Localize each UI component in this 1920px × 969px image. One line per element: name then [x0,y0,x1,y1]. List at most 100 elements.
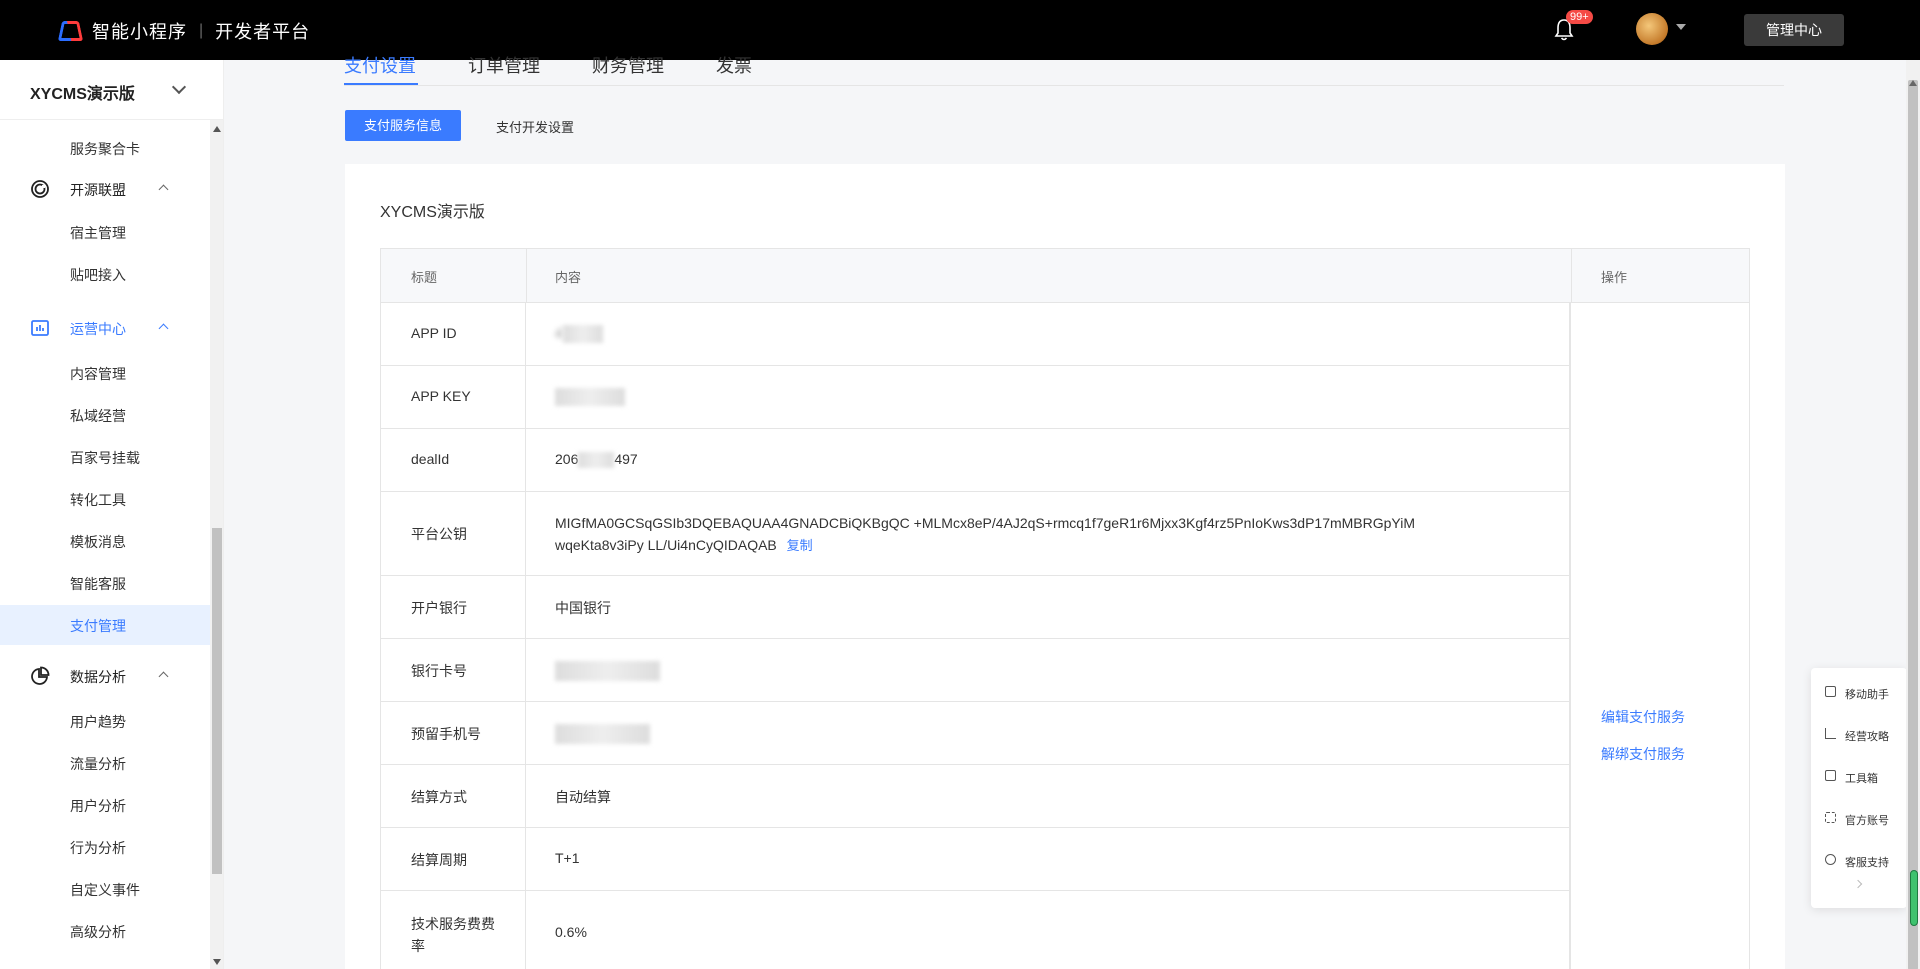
sidebar-item-payment-management[interactable]: 支付管理 [0,605,210,645]
scroll-up-icon[interactable] [1909,80,1917,86]
row-title: 开户银行 [411,600,467,616]
row-title: 技术服务费费率 [411,916,495,954]
helper-item-mobile-assistant[interactable]: 移动助手 [1811,678,1907,708]
main-scroll-thumb[interactable] [1908,80,1918,969]
sidebar-item-tieba-access[interactable]: 贴吧接入 [0,254,210,294]
sidebar-scroll-thumb[interactable] [212,528,222,874]
sidebar-item-label: 贴吧接入 [70,267,126,283]
sidebar-group-data-analysis[interactable]: 数据分析 [0,656,210,696]
sidebar-item-content-management[interactable]: 内容管理 [0,353,210,393]
sidebar-item-label: 私域经营 [70,408,126,424]
helper-label: 客服支持 [1845,857,1889,869]
chevron-up-icon [158,671,169,682]
header-divider [1571,249,1572,304]
sidebar-group-opensource[interactable]: 开源联盟 [0,169,210,209]
row-title: 结算周期 [411,852,467,868]
row-title: 银行卡号 [411,663,467,679]
sidebar-item-user-analysis[interactable]: 用户分析 [0,785,210,825]
sidebar-group-label: 数据分析 [70,669,126,685]
admin-center-button[interactable]: 管理中心 [1744,14,1844,46]
pie-chart-icon [30,666,50,686]
masked-phone-number [555,724,650,744]
header-content: 内容 [555,270,582,285]
main-scrollbar[interactable] [1906,60,1920,969]
top-navigation-bar: 智能小程序 | 开发者平台 99+ 管理中心 [0,0,1920,60]
unbind-payment-service-link[interactable]: 解绑支付服务 [1601,744,1685,764]
deal-id-prefix: 206 [555,451,579,467]
table-row: APP KEY [380,366,1570,429]
scroll-up-icon[interactable] [213,126,221,132]
brand-name: 智能小程序 [92,22,187,42]
header-action: 操作 [1601,270,1628,285]
sidebar-item-advanced-analysis[interactable]: 高级分析 [0,911,210,951]
sidebar-item-user-trends[interactable]: 用户趋势 [0,701,210,741]
sidebar-item-label: 自定义事件 [70,882,140,898]
sidebar-group-operations[interactable]: 运营中心 [0,308,210,348]
strategy-icon [1825,728,1836,739]
subtab-payment-dev-settings[interactable]: 支付开发设置 [496,117,574,136]
public-key-line-2: wqeKta8v3iPy LL/Ui4nCyQIDAQAB [555,537,777,553]
sidebar-item-host-management[interactable]: 宿主管理 [0,212,210,252]
table-row: APP ID 4 [380,303,1570,366]
sidebar-item-traffic-analysis[interactable]: 流量分析 [0,743,210,783]
table-row: 预留手机号 [380,702,1570,765]
notification-badge: 99+ [1566,10,1593,24]
tab-active-indicator [344,83,418,85]
row-title: 预留手机号 [411,726,481,742]
opensource-icon [30,179,50,199]
sidebar-item-private-domain[interactable]: 私域经营 [0,395,210,435]
subtab-payment-service-info[interactable]: 支付服务信息 [345,110,461,141]
header-divider [526,249,527,304]
sidebar-item-custom-events[interactable]: 自定义事件 [0,869,210,909]
masked-card-number [555,661,660,681]
row-title: dealId [411,451,450,467]
sidebar-scrollbar[interactable] [210,120,223,969]
table-row: 平台公钥 MIGfMA0GCSqGSIb3DQEBAQUAA4GNADCBiQK… [380,492,1570,576]
sidebar-item-label: 流量分析 [70,756,126,772]
helper-item-customer-support[interactable]: 客服支持 [1811,846,1907,876]
helper-item-toolbox[interactable]: 工具箱 [1811,762,1907,792]
helper-item-business-strategy[interactable]: 经营攻略 [1811,720,1907,750]
masked-region [578,452,615,469]
floating-helper-panel: 移动助手 经营攻略 工具箱 官方账号 客服支持 [1811,668,1907,908]
row-value: 中国银行 [555,600,611,616]
sidebar-item-label: 高级分析 [70,924,126,940]
tab-payment-settings[interactable]: 支付设置 [344,52,416,78]
tab-order-management[interactable]: 订单管理 [468,52,540,78]
sidebar-group-label: 运营中心 [70,321,126,337]
sidebar-item-label: 转化工具 [70,492,126,508]
official-account-icon [1825,812,1836,823]
sidebar-item-baijiahao-mount[interactable]: 百家号挂载 [0,437,210,477]
masked-region [562,325,603,344]
helper-item-official-account[interactable]: 官方账号 [1811,804,1907,834]
sidebar-item-service-card[interactable]: 服务聚合卡 [0,128,210,168]
tab-invoice[interactable]: 发票 [716,52,752,78]
table-row: 银行卡号 [380,639,1570,702]
sidebar-item-label: 支付管理 [70,618,126,634]
brand-subtitle: 开发者平台 [215,22,311,42]
copy-public-key-link[interactable]: 复制 [787,538,813,553]
platform-logo[interactable]: 智能小程序 | 开发者平台 [57,18,311,44]
edit-payment-service-link[interactable]: 编辑支付服务 [1601,707,1685,727]
sidebar-item-conversion-tools[interactable]: 转化工具 [0,479,210,519]
sidebar-item-smart-service[interactable]: 智能客服 [0,563,210,603]
table-row: dealId 206 497 [380,429,1570,492]
user-avatar[interactable] [1636,13,1668,45]
sidebar-item-template-messages[interactable]: 模板消息 [0,521,210,561]
mobile-icon [1825,686,1836,697]
row-value [555,661,660,681]
chevron-up-icon [158,184,169,195]
app-selector[interactable]: XYCMS演示版 [0,60,223,120]
sidebar: XYCMS演示版 服务聚合卡 开源联盟 宿主管理 贴吧接入 运营中心 内容管理 … [0,60,224,969]
chevron-down-icon [171,79,187,95]
chevron-right-icon[interactable] [1853,879,1863,889]
sidebar-item-behavior-analysis[interactable]: 行为分析 [0,827,210,867]
masked-app-key [555,388,625,407]
scroll-down-icon[interactable] [213,959,221,965]
row-title: APP ID [411,325,457,341]
chevron-down-icon[interactable] [1676,24,1686,30]
operations-chart-icon [30,318,50,338]
sidebar-item-label: 模板消息 [70,534,126,550]
sidebar-group-label: 开源联盟 [70,182,126,198]
tab-finance-management[interactable]: 财务管理 [592,52,664,78]
